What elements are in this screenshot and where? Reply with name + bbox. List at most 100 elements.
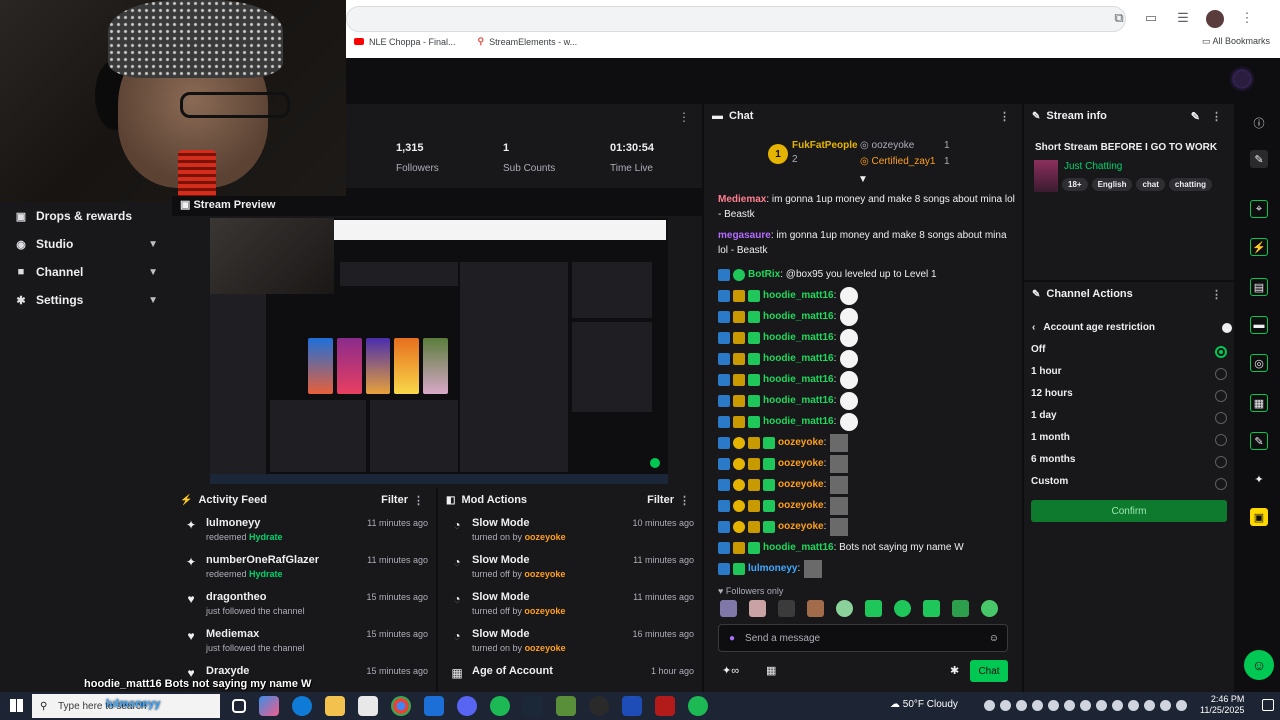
user-avatar-icon[interactable] (1234, 71, 1250, 87)
game-icon[interactable] (655, 696, 675, 716)
activity-row[interactable]: ✦ numberOneRafGlazer redeemed Hydrate 11… (172, 549, 436, 586)
emote-icon[interactable] (778, 600, 795, 617)
info-icon[interactable]: ⓘ (1250, 114, 1268, 132)
tray-icon[interactable] (1032, 700, 1043, 711)
chat-message[interactable]: hoodie_matt16: (718, 327, 1018, 348)
sidebar-item-studio[interactable]: ◉ Studio ▼ (0, 230, 172, 258)
outlook-icon[interactable] (424, 696, 444, 716)
emote-icon[interactable] (749, 600, 766, 617)
chat-bubble-icon[interactable]: ▬ (1250, 316, 1268, 334)
tag[interactable]: 18+ (1062, 178, 1088, 191)
tray-icon[interactable] (1144, 700, 1155, 711)
tray-icon[interactable] (1112, 700, 1123, 711)
emote-icon[interactable] (894, 600, 911, 617)
chat-send-button[interactable]: Chat (970, 660, 1008, 682)
task-view-icon[interactable] (232, 699, 246, 713)
chat-message[interactable]: oozeyoke: (718, 516, 1018, 537)
browser-menu-icon[interactable]: ⋮ (1238, 10, 1256, 28)
volume-icon[interactable] (1176, 700, 1187, 711)
layout-icon[interactable]: ▦ (1250, 394, 1268, 412)
kebab-menu-icon[interactable]: ⋮ (413, 494, 424, 507)
stream-category[interactable]: Just Chatting (1064, 161, 1122, 172)
chat-message[interactable]: hoodie_matt16: (718, 411, 1018, 432)
option-custom[interactable]: Custom (1031, 476, 1227, 496)
chat-message[interactable]: hoodie_matt16: (718, 306, 1018, 327)
all-bookmarks[interactable]: ▭ All Bookmarks (1202, 36, 1270, 47)
lightning-icon[interactable]: ⚡ (1250, 238, 1268, 256)
chat-message[interactable]: oozeyoke: (718, 453, 1018, 474)
edit-icon[interactable]: ✎ (1191, 110, 1200, 123)
info-icon[interactable] (1222, 322, 1232, 333)
radio-button[interactable] (1215, 390, 1227, 402)
taskbar-clock[interactable]: 2:46 PM 11/25/2025 (1200, 694, 1244, 716)
taskbar-search[interactable]: ⚲ Type here to search lulmoneyy (32, 694, 220, 718)
tag[interactable]: chatting (1168, 178, 1213, 191)
kebab-menu-icon[interactable]: ⋮ (679, 494, 690, 507)
media-icon[interactable]: ☰ (1174, 10, 1192, 28)
emoji-picker-icon[interactable]: ☺ (989, 633, 999, 644)
copilot-icon[interactable] (259, 696, 279, 716)
category-thumbnail[interactable] (1034, 160, 1058, 192)
channel-points-icon[interactable]: ✦∞ (722, 664, 739, 677)
tray-icon[interactable] (1048, 700, 1059, 711)
address-bar[interactable] (346, 6, 1126, 32)
chat-message[interactable]: hoodie_matt16: (718, 285, 1018, 306)
sidebar-item-settings[interactable]: ✱ Settings ▼ (0, 286, 172, 314)
emote-icon[interactable] (952, 600, 969, 617)
emote-icon[interactable] (865, 600, 882, 617)
back-arrow-icon[interactable]: ‹ (1032, 322, 1035, 333)
extensions-icon[interactable]: ⧉ (1110, 10, 1128, 28)
collapse-icon[interactable]: ▼ (858, 174, 868, 185)
confirm-button[interactable]: Confirm (1031, 500, 1227, 522)
tray-icon[interactable] (1000, 700, 1011, 711)
option-off[interactable]: Off (1031, 344, 1227, 364)
radio-button[interactable] (1215, 368, 1227, 380)
activity-row[interactable]: ♥ Mediemax just followed the channel 15 … (172, 623, 436, 660)
radio-button[interactable] (1215, 412, 1227, 424)
chrome-icon[interactable] (391, 696, 411, 716)
kebab-menu-icon[interactable]: ⋮ (678, 110, 690, 124)
mod-action-row[interactable]: ◔ Slow Mode turned off by oozeyoke 11 mi… (438, 586, 702, 623)
emote-icon[interactable] (720, 600, 737, 617)
chat-message[interactable]: hoodie_matt16: (718, 390, 1018, 411)
microphone-icon[interactable]: ● (729, 633, 735, 644)
app-icon[interactable] (622, 696, 642, 716)
chat-message[interactable]: oozeyoke: (718, 432, 1018, 453)
clip-icon[interactable]: ⌖ (1250, 200, 1268, 218)
mod-filter-button[interactable]: Filter (647, 494, 674, 506)
kebab-menu-icon[interactable]: ⋮ (999, 110, 1010, 123)
tag[interactable]: chat (1136, 178, 1165, 191)
chat-settings-icon[interactable]: ✱ (950, 664, 959, 677)
chat-message[interactable]: lulmoneyy: (718, 558, 1018, 579)
radio-button[interactable] (1215, 456, 1227, 468)
mod-action-row[interactable]: ◔ Slow Mode turned on by oozeyoke 10 min… (438, 512, 702, 549)
profile-avatar[interactable] (1206, 10, 1224, 28)
chat-message[interactable]: Mediemax: im gonna 1up money and make 8 … (718, 192, 1018, 222)
steam-icon[interactable] (523, 696, 543, 716)
activity-filter-button[interactable]: Filter (381, 494, 408, 506)
nvidia-icon[interactable] (556, 696, 576, 716)
clapperboard-icon[interactable]: ▣ (1250, 508, 1268, 526)
chat-message[interactable]: hoodie_matt16: Bots not saying my name W (718, 537, 1018, 558)
discord-icon[interactable] (457, 696, 477, 716)
obs-icon[interactable] (589, 696, 609, 716)
sidebar-item-drops[interactable]: ▣ Drops & rewards (0, 202, 172, 230)
document-icon[interactable]: ▤ (1250, 278, 1268, 296)
chat-message[interactable]: hoodie_matt16: (718, 369, 1018, 390)
chat-message[interactable]: megasaure: im gonna 1up money and make 8… (718, 228, 1018, 258)
chat-input[interactable]: ● Send a message ☺ (718, 624, 1008, 652)
option-1-month[interactable]: 1 month (1031, 432, 1227, 452)
pencil-icon[interactable]: ✎ (1250, 150, 1268, 168)
weather-widget[interactable]: ☁ 50°F Cloudy (890, 699, 958, 710)
support-fab-icon[interactable]: ☺ (1244, 650, 1274, 680)
chat-message[interactable]: hoodie_matt16: (718, 348, 1018, 369)
emote-icon[interactable] (923, 600, 940, 617)
kebab-menu-icon[interactable]: ⋮ (1211, 288, 1222, 301)
option-1-hour[interactable]: 1 hour (1031, 366, 1227, 386)
file-explorer-icon[interactable] (325, 696, 345, 716)
sidebar-item-channel[interactable]: ■ Channel ▼ (0, 258, 172, 286)
option-12-hours[interactable]: 12 hours (1031, 388, 1227, 408)
bookmark-streamelements[interactable]: ⚲ StreamElements - w... (478, 36, 578, 47)
emote-icon[interactable] (807, 600, 824, 617)
chat-message[interactable]: BotRix: @box95 you leveled up to Level 1 (718, 264, 1018, 285)
